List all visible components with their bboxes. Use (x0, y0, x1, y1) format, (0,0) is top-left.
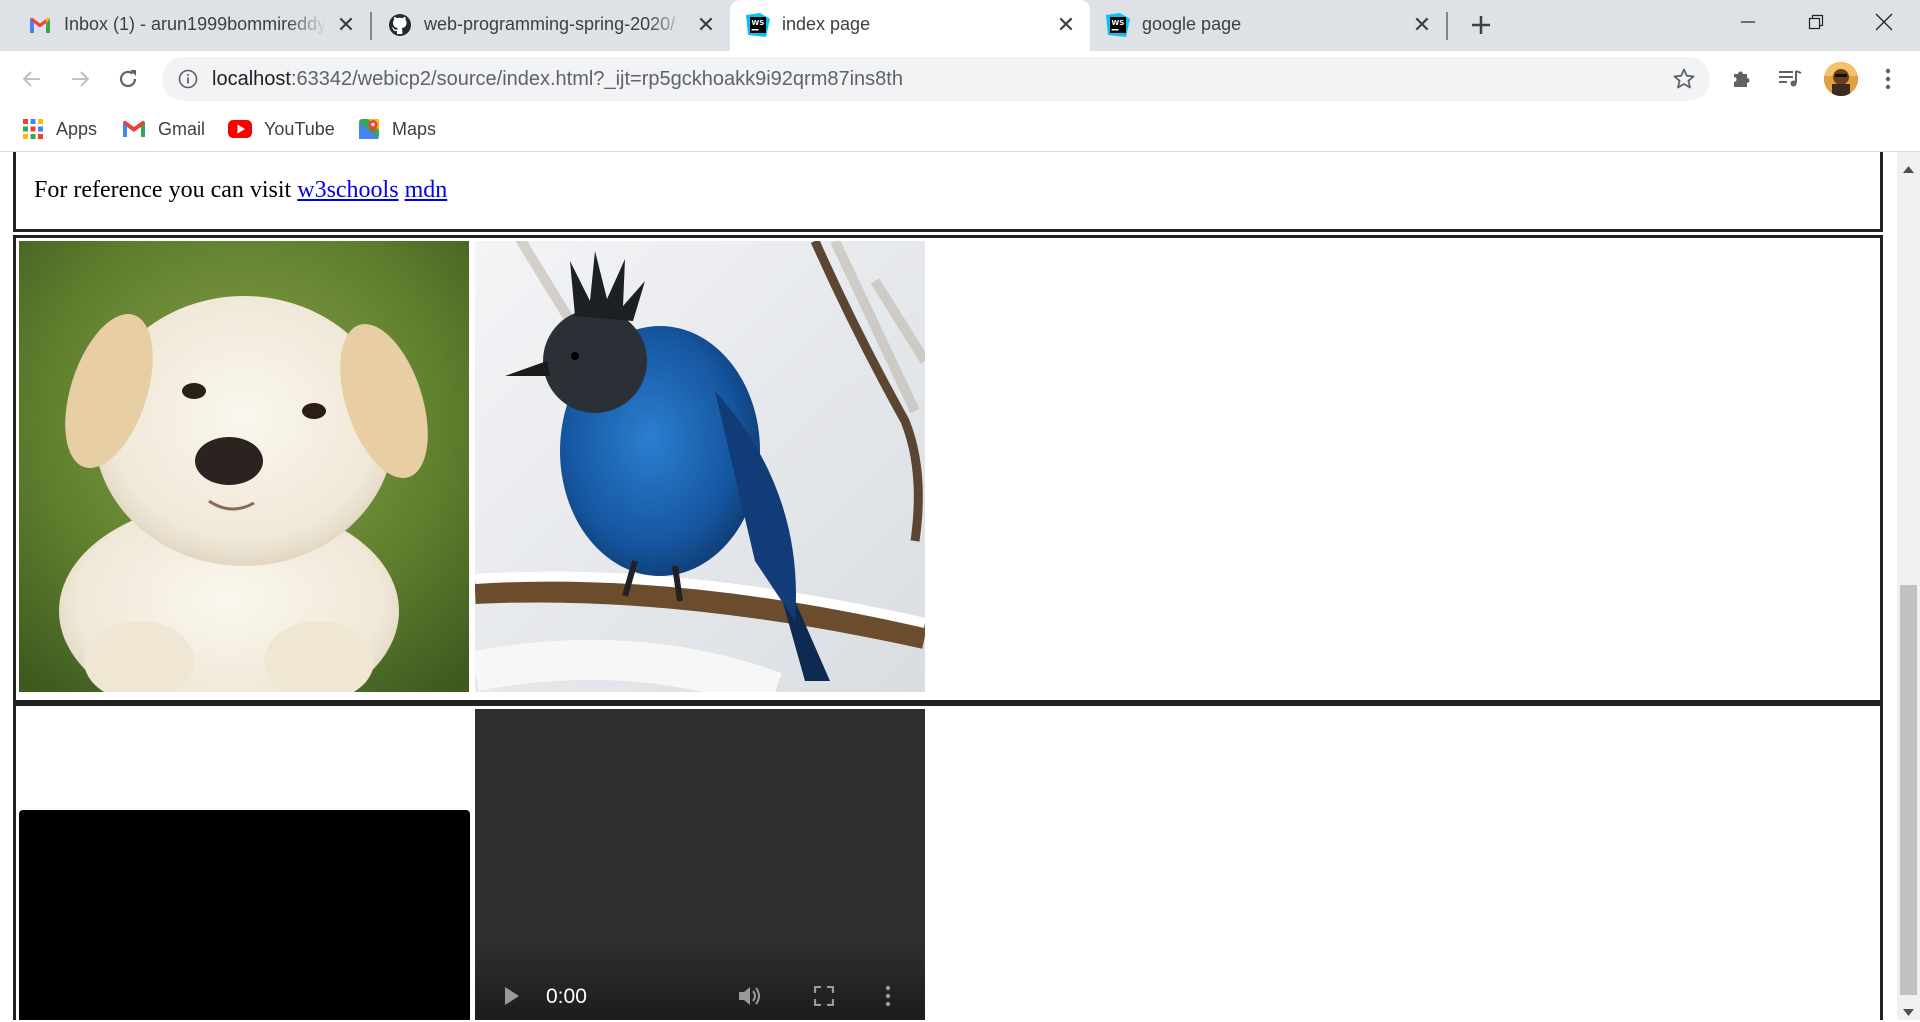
more-vert-icon (1885, 68, 1891, 90)
close-tab-icon[interactable]: ✕ (334, 13, 358, 37)
bookmark-label: Apps (56, 118, 98, 139)
gmail-icon (28, 13, 52, 37)
video-row: 0:00 (13, 703, 1883, 1020)
tab-separator (1446, 12, 1448, 40)
volume-icon (739, 987, 760, 1005)
url-text[interactable]: localhost:63342/webicp2/source/index.htm… (212, 68, 903, 91)
tab-title: index page (782, 14, 871, 34)
forward-button[interactable] (64, 63, 96, 95)
puppy-image (19, 241, 469, 692)
video-controls-gradient (475, 939, 925, 1020)
video-player-1[interactable] (19, 810, 470, 1020)
address-bar[interactable]: localhost:63342/webicp2/source/index.htm… (162, 57, 1710, 101)
link-mdn[interactable]: mdn (405, 177, 448, 203)
svg-text:WS: WS (752, 19, 765, 27)
reference-text: For reference you can visit w3schools md… (34, 177, 447, 204)
maps-icon (358, 118, 380, 140)
image-row (13, 235, 1883, 703)
bookmark-label: YouTube (264, 118, 335, 139)
gmail-icon (122, 119, 146, 139)
webstorm-icon: WS (746, 13, 770, 37)
plus-icon (1472, 16, 1490, 34)
more-vert-icon (885, 985, 891, 1007)
github-icon (388, 13, 412, 37)
scroll-up-arrow-icon[interactable] (1903, 160, 1914, 178)
arrow-right-icon (72, 71, 90, 87)
tab-index-page[interactable]: WS index page ✕ (730, 0, 1090, 51)
scroll-down-arrow-icon[interactable] (1903, 1004, 1914, 1022)
bluejay-image (475, 241, 925, 692)
puzzle-icon (1734, 71, 1750, 87)
bookmark-maps[interactable]: Maps (358, 114, 436, 144)
bookmarks-bar: Apps Gmail YouTube Maps (0, 106, 1920, 152)
tab-gmail-inbox[interactable]: Inbox (1) - arun1999bommireddy ✕ (0, 0, 370, 51)
info-icon[interactable] (178, 69, 198, 94)
fullscreen-button[interactable] (813, 985, 835, 1011)
close-window-button[interactable] (1848, 0, 1920, 44)
bookmark-gmail[interactable]: Gmail (122, 114, 205, 144)
bookmark-youtube[interactable]: YouTube (228, 114, 335, 144)
bookmark-label: Maps (392, 118, 437, 139)
svg-text:WS: WS (1112, 19, 1125, 27)
restore-icon (1808, 14, 1824, 30)
play-icon (505, 987, 519, 1005)
tab-title: Inbox (1) - arun1999bommireddy (64, 14, 326, 34)
fullscreen-icon (813, 985, 835, 1007)
back-button[interactable] (16, 63, 48, 95)
star-icon[interactable] (1672, 67, 1696, 96)
video-time: 0:00 (546, 985, 587, 1008)
media-controls-button[interactable] (1774, 63, 1806, 95)
reload-icon (119, 70, 137, 88)
avatar[interactable] (1824, 62, 1858, 96)
tab-github[interactable]: web-programming-spring-2020/ ✕ (372, 0, 730, 51)
apps-grid-icon (22, 118, 44, 140)
youtube-icon (228, 120, 252, 138)
mute-button[interactable] (737, 984, 763, 1013)
tab-title: web-programming-spring-2020/ (424, 14, 676, 34)
play-button[interactable] (503, 985, 521, 1012)
close-tab-icon[interactable]: ✕ (1054, 13, 1078, 37)
playlist-icon (1779, 70, 1802, 87)
reference-label: For reference you can visit (34, 177, 292, 203)
extensions-button[interactable] (1726, 63, 1758, 95)
reload-button[interactable] (112, 63, 144, 95)
browser-toolbar: localhost:63342/webicp2/source/index.htm… (0, 51, 1920, 106)
video-player-2[interactable]: 0:00 (475, 709, 925, 1020)
arrow-left-icon (22, 71, 40, 87)
minimize-icon (1741, 21, 1755, 23)
restore-button[interactable] (1780, 0, 1852, 44)
page-viewport: For reference you can visit w3schools md… (0, 152, 1897, 1020)
reference-row: For reference you can visit w3schools md… (13, 152, 1883, 232)
minimize-button[interactable] (1712, 0, 1784, 44)
link-w3schools[interactable]: w3schools (297, 177, 398, 203)
bookmark-apps[interactable]: Apps (22, 114, 97, 144)
tab-title: google page (1142, 14, 1242, 34)
video-more-button[interactable] (885, 985, 891, 1012)
tab-strip: Inbox (1) - arun1999bommireddy ✕ web-pro… (0, 0, 1920, 51)
close-tab-icon[interactable]: ✕ (1410, 13, 1434, 37)
tab-google-page[interactable]: WS google page ✕ (1090, 0, 1446, 51)
bookmark-label: Gmail (158, 118, 206, 139)
close-icon (1875, 13, 1893, 31)
menu-button[interactable] (1872, 63, 1904, 95)
close-tab-icon[interactable]: ✕ (694, 13, 718, 37)
scrollbar-thumb[interactable] (1900, 585, 1917, 995)
url-host: localhost (212, 68, 291, 90)
webstorm-icon: WS (1106, 13, 1130, 37)
new-tab-button[interactable] (1466, 10, 1496, 40)
vertical-scrollbar[interactable] (1897, 152, 1920, 1020)
url-path: :63342/webicp2/source/index.html?_ijt=rp… (290, 68, 903, 90)
